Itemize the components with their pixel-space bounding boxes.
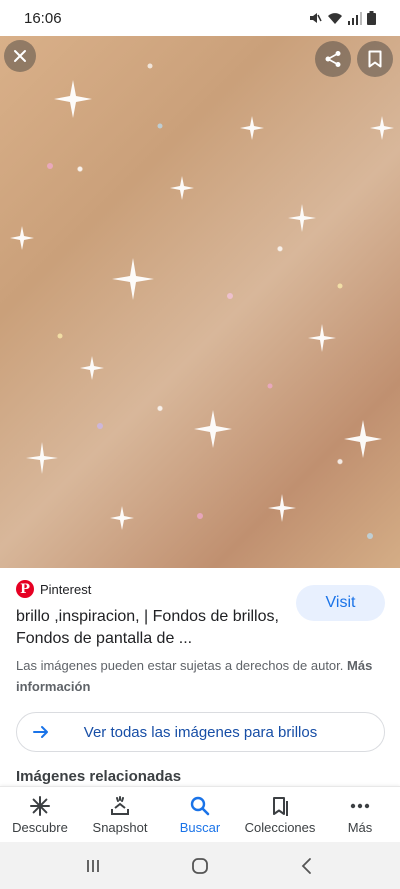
- nav-label: Buscar: [179, 819, 221, 835]
- result-title[interactable]: brillo ,inspiracion, | Fondos de brillos…: [16, 606, 286, 650]
- recent-apps-icon[interactable]: [84, 857, 102, 875]
- bookmark-button[interactable]: [357, 41, 393, 77]
- source-name: Pinterest: [40, 581, 92, 597]
- status-bar: 16:06: [0, 0, 400, 36]
- share-button[interactable]: [315, 41, 351, 77]
- nav-item-buscar[interactable]: Buscar: [160, 787, 240, 842]
- close-button[interactable]: [4, 40, 36, 72]
- visit-button[interactable]: Visit: [296, 585, 385, 621]
- home-icon[interactable]: [191, 857, 209, 875]
- bottom-navigation: Descubre Snapshot Buscar Colecciones Más: [0, 786, 400, 842]
- system-navigation-bar: [0, 842, 400, 889]
- back-icon[interactable]: [298, 857, 316, 875]
- see-all-images-button[interactable]: Ver todas las imágenes para brillos: [16, 712, 385, 752]
- nav-item-colecciones[interactable]: Colecciones: [240, 787, 320, 842]
- signal-icon: [348, 11, 362, 25]
- copyright-notice: Las imágenes pueden estar sujetas a dere…: [16, 655, 376, 697]
- result-image[interactable]: [0, 36, 400, 568]
- nav-label: Más: [347, 819, 373, 835]
- related-images-heading: Imágenes relacionadas: [16, 768, 182, 785]
- nav-label: Colecciones: [244, 819, 316, 835]
- bookmark-icon: [368, 50, 382, 68]
- see-all-label: Ver todas las imágenes para brillos: [83, 723, 318, 741]
- status-icons: [308, 11, 376, 25]
- more-icon: [350, 803, 370, 808]
- collections-icon: [273, 796, 288, 816]
- snapshot-icon: [111, 795, 129, 815]
- mute-icon: [310, 13, 322, 23]
- search-icon: [190, 796, 210, 815]
- nav-item-snapshot[interactable]: Snapshot: [80, 787, 160, 842]
- nav-item-descubre[interactable]: Descubre: [0, 787, 80, 842]
- status-time: 16:06: [24, 9, 62, 27]
- glitter-image: [10, 63, 394, 539]
- nav-label: Descubre: [12, 819, 68, 835]
- copyright-text: Las imágenes pueden estar sujetas a dere…: [16, 658, 344, 673]
- close-icon: [14, 50, 26, 62]
- asterisk-icon: [30, 795, 50, 816]
- nav-label: Snapshot: [92, 819, 148, 835]
- nav-item-mas[interactable]: Más: [320, 787, 400, 842]
- source-row[interactable]: P Pinterest: [16, 580, 91, 598]
- wifi-icon: [328, 12, 342, 24]
- share-icon: [325, 51, 341, 67]
- battery-icon: [367, 11, 376, 25]
- pinterest-logo-icon: P: [16, 580, 34, 598]
